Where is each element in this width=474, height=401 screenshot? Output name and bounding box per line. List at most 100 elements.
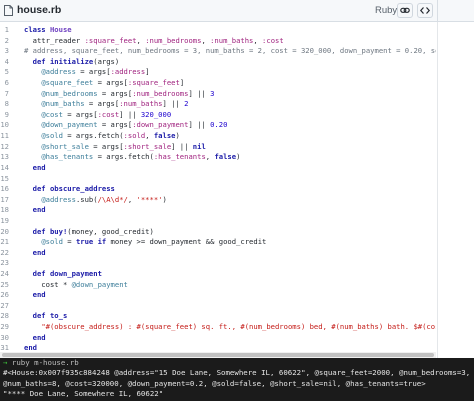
code-line: 14 end xyxy=(0,163,436,174)
line-number[interactable]: 13 xyxy=(0,152,9,163)
code-text: attr_reader :square_feet, :num_bedrooms,… xyxy=(24,35,284,45)
code-line: 19 xyxy=(0,216,436,227)
code-line: 6 @square_feet = args[:square_feet] xyxy=(0,78,436,89)
line-number[interactable]: 6 xyxy=(0,78,9,89)
code-line: 10 @down_payment = args[:down_payment] |… xyxy=(0,120,436,131)
code-line: 20 def buy!(money, good_credit) xyxy=(0,227,436,238)
line-number[interactable]: 15 xyxy=(0,174,9,185)
line-number[interactable]: 27 xyxy=(0,301,9,312)
code-text: @sold = args.fetch(:sold, false) xyxy=(41,131,180,141)
line-number[interactable]: 4 xyxy=(0,57,9,68)
code-line: 26 end xyxy=(0,290,436,301)
code-text: end xyxy=(32,205,46,215)
code-text: @address.sub(/\A\d*/, '****') xyxy=(41,194,167,204)
line-number[interactable]: 8 xyxy=(0,99,9,110)
code-line: 11 @sold = args.fetch(:sold, false) xyxy=(0,131,436,142)
line-number[interactable]: 17 xyxy=(0,195,9,206)
line-number[interactable]: 18 xyxy=(0,205,9,216)
file-code-icon xyxy=(4,5,13,16)
code-text: @num_baths = args[:num_baths] || 2 xyxy=(41,99,189,109)
line-number[interactable]: 3 xyxy=(0,46,9,57)
line-number[interactable]: 2 xyxy=(0,36,9,47)
terminal-command-line: → ruby m-house.rb xyxy=(0,358,474,368)
code-line: 3 # address, square_feet, num_bedrooms = … xyxy=(0,46,436,57)
scrollbar-thumb[interactable] xyxy=(2,353,434,357)
code-text: @sold = true if money >= down_payment &&… xyxy=(41,237,267,247)
code-text: class House xyxy=(24,25,72,34)
code-text: end xyxy=(32,332,46,342)
code-text: @down_payment = args[:down_payment] || 0… xyxy=(41,120,228,130)
code-text: @has_tenants = args.fetch(:has_tenants, … xyxy=(41,152,241,162)
code-listing[interactable]: 1 class House 2 attr_reader :square_feet, … xyxy=(0,25,436,358)
code-text: @square_feet = args[:square_feet] xyxy=(41,78,185,88)
line-number[interactable]: 12 xyxy=(0,142,9,153)
line-number[interactable]: 30 xyxy=(0,333,9,344)
code-text: @short_sale = args[:short_sale] || nil xyxy=(41,141,206,151)
code-text: def buy!(money, good_credit) xyxy=(32,226,154,236)
code-line: 1 class House xyxy=(0,25,436,36)
line-number[interactable]: 25 xyxy=(0,280,9,291)
line-number[interactable]: 14 xyxy=(0,163,9,174)
line-number[interactable]: 16 xyxy=(0,184,9,195)
permalink-button[interactable] xyxy=(397,3,413,18)
code-line: 5 @address = args[:address] xyxy=(0,67,436,78)
code-text: cost * @down_payment xyxy=(24,279,128,289)
terminal-line: "**** Doe Lane, Somewhere IL, 60622" xyxy=(3,389,164,399)
code-panel-border xyxy=(437,22,438,358)
code-line: 18 end xyxy=(0,205,436,216)
code-text: end xyxy=(32,247,46,257)
line-number[interactable]: 1 xyxy=(0,25,9,36)
code-text: "#(obscure_address) : #(square_feet) sq.… xyxy=(41,322,436,332)
code-line: 15 xyxy=(0,174,436,185)
code-line: 17 @address.sub(/\A\d*/, '****') xyxy=(0,195,436,206)
code-line: 13 @has_tenants = args.fetch(:has_tenant… xyxy=(0,152,436,163)
file-header: house.rb Ruby xyxy=(0,0,474,22)
code-line: 28 def to_s xyxy=(0,311,436,322)
code-line: 16 def obscure_address xyxy=(0,184,436,195)
code-line: 29 "#(obscure_address) : #(square_feet) … xyxy=(0,322,436,333)
code-text: @cost = args[:cost] || 320_000 xyxy=(41,109,172,119)
line-number[interactable]: 21 xyxy=(0,237,9,248)
code-text: def obscure_address xyxy=(32,184,115,194)
line-number[interactable]: 5 xyxy=(0,67,9,78)
code-line: 9 @cost = args[:cost] || 320_000 xyxy=(0,110,436,121)
code-text: @num_bedrooms = args[:num_bedrooms] || 3 xyxy=(41,88,215,98)
code-text: def to_s xyxy=(32,311,68,321)
code-line: 21 @sold = true if money >= down_payment… xyxy=(0,237,436,248)
code-line: 8 @num_baths = args[:num_baths] || 2 xyxy=(0,99,436,110)
link-icon xyxy=(400,7,410,13)
line-number[interactable]: 22 xyxy=(0,248,9,259)
code-line: 30 end xyxy=(0,333,436,344)
code-text: # address, square_feet, num_bedrooms = 3… xyxy=(24,46,436,56)
line-number[interactable]: 23 xyxy=(0,258,9,269)
code-text: end xyxy=(32,290,46,300)
code-line: 2 attr_reader :square_feet, :num_bedroom… xyxy=(0,36,436,47)
code-line: 12 @short_sale = args[:short_sale] || ni… xyxy=(0,142,436,153)
line-number[interactable]: 29 xyxy=(0,322,9,333)
file-name[interactable]: house.rb xyxy=(17,3,61,18)
code-line: 27 xyxy=(0,301,436,312)
line-number[interactable]: 11 xyxy=(0,131,9,142)
line-number[interactable]: 19 xyxy=(0,216,9,227)
line-number[interactable]: 20 xyxy=(0,227,9,238)
terminal-command: ruby m-house.rb xyxy=(7,358,79,367)
terminal-output: → ruby m-house.rb #<House:0x007f935c8842… xyxy=(0,358,474,401)
code-text: def initialize(args) xyxy=(32,56,120,66)
line-number[interactable]: 10 xyxy=(0,120,9,131)
line-number[interactable]: 7 xyxy=(0,89,9,100)
code-text: @address = args[:address] xyxy=(41,67,150,77)
line-number[interactable]: 28 xyxy=(0,311,9,322)
language-label: Ruby xyxy=(375,5,398,16)
code-line: 25 cost * @down_payment xyxy=(0,280,436,291)
terminal-line: @num_baths=8, @cost=320000, @down_paymen… xyxy=(3,378,426,388)
terminal-line: #<House:0x007f935c884248 @address="15 Do… xyxy=(3,368,471,378)
code-line: 22 end xyxy=(0,248,436,259)
line-number[interactable]: 26 xyxy=(0,290,9,301)
code-text: end xyxy=(32,162,46,172)
code-text: def down_payment xyxy=(32,269,102,279)
line-number[interactable]: 9 xyxy=(0,110,9,121)
view-raw-button[interactable] xyxy=(417,3,433,18)
code-line: 23 xyxy=(0,258,436,269)
code-brackets-icon xyxy=(420,7,430,14)
line-number[interactable]: 24 xyxy=(0,269,9,280)
